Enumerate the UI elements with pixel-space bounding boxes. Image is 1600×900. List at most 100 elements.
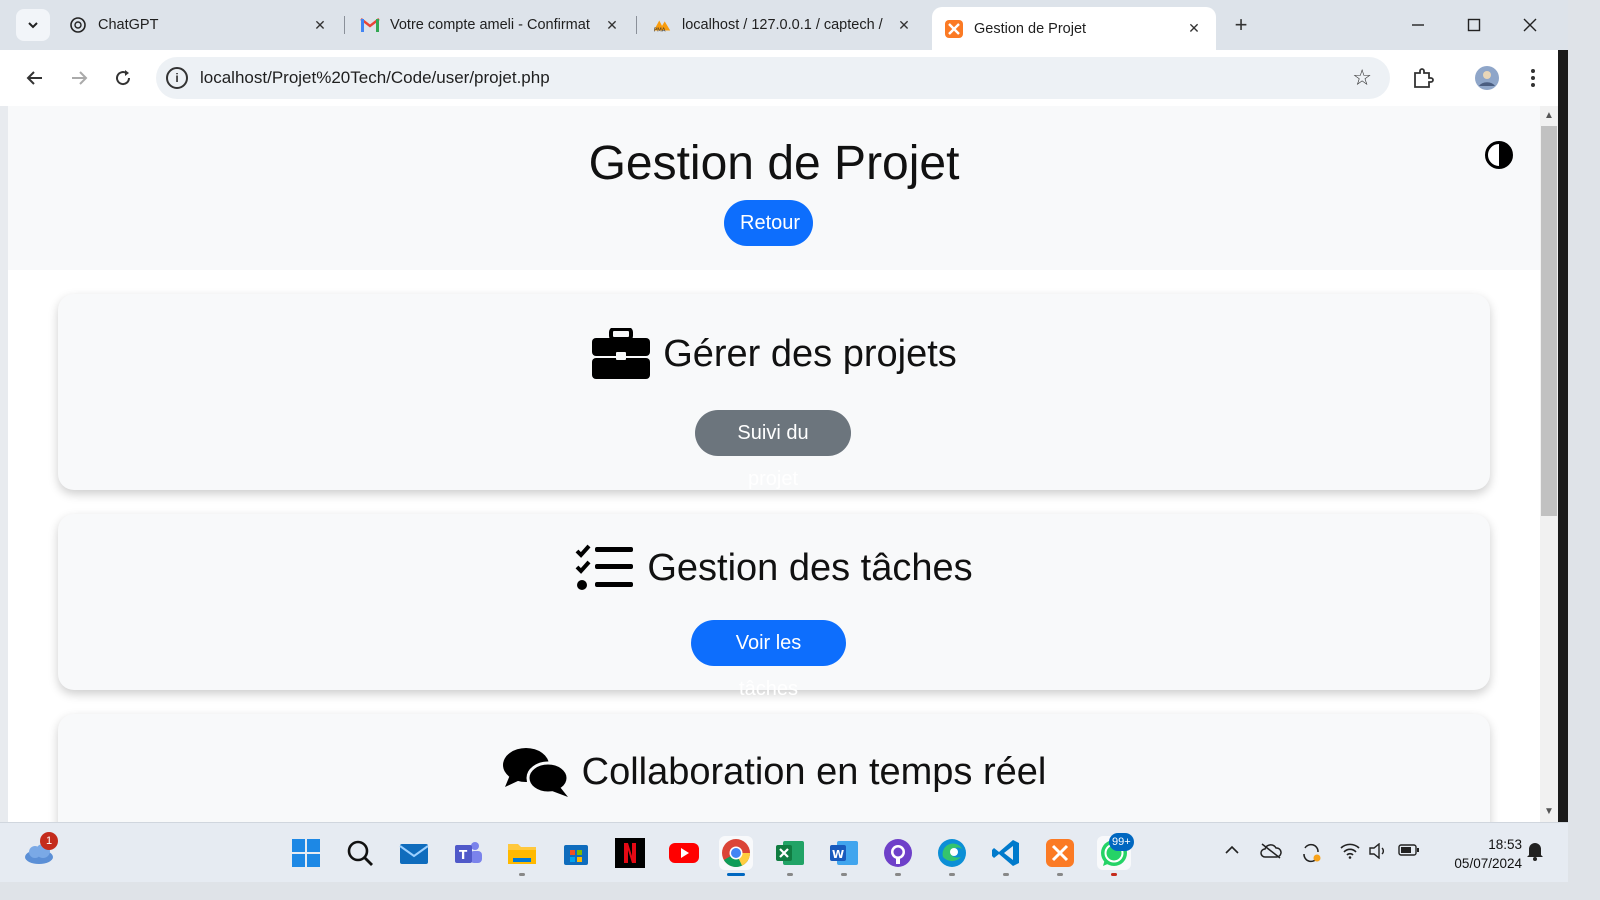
close-tab-icon[interactable]: ✕ (1184, 19, 1204, 39)
url-text[interactable]: localhost/Projet%20Tech/Code/user/projet… (200, 68, 550, 88)
taskbar-teams[interactable]: T (451, 836, 485, 870)
scroll-down-arrow-icon[interactable]: ▼ (1544, 806, 1554, 817)
tab-title: ChatGPT (98, 17, 159, 33)
theme-toggle-button[interactable] (1484, 140, 1514, 170)
close-window-button[interactable] (1510, 10, 1550, 40)
reload-button[interactable] (108, 63, 138, 93)
teams-icon: T (455, 842, 482, 863)
chatgpt-icon (68, 15, 88, 35)
tab-bar: ChatGPT ✕ Votre compte ameli - Confirmat… (0, 0, 1568, 50)
clock-time: 18:53 (1488, 837, 1522, 852)
kebab-menu-icon (1531, 69, 1535, 87)
tab-gestion-projet[interactable]: Gestion de Projet ✕ (932, 7, 1216, 50)
page-title: Gestion de Projet (588, 137, 960, 190)
taskbar-search-button[interactable] (343, 836, 377, 870)
xampp-icon (944, 19, 964, 39)
chrome-icon (722, 839, 750, 867)
contrast-icon (1485, 141, 1513, 169)
excel-icon (776, 841, 804, 865)
running-indicator (787, 873, 793, 876)
taskbar-github[interactable] (881, 836, 915, 876)
running-indicator (1057, 873, 1063, 876)
running-indicator (1111, 873, 1117, 876)
minimize-button[interactable] (1398, 10, 1438, 40)
profile-avatar[interactable] (1472, 63, 1502, 93)
battery-icon (1398, 844, 1419, 856)
search-icon (347, 840, 373, 866)
notifications-button[interactable] (1526, 841, 1544, 866)
taskbar-netflix[interactable] (613, 836, 647, 870)
forward-button[interactable] (64, 63, 94, 93)
taskbar-youtube[interactable] (667, 836, 701, 870)
notification-badge: 99+ (1109, 833, 1134, 851)
bookmark-star-icon[interactable]: ☆ (1352, 65, 1372, 91)
taskbar-xampp[interactable] (1043, 836, 1077, 876)
taskbar-edge[interactable] (935, 836, 969, 876)
maximize-icon (1467, 18, 1481, 32)
taskbar-chrome[interactable] (719, 836, 753, 876)
card-title: Gestion des tâches (58, 536, 1490, 600)
close-tab-icon[interactable]: ✕ (602, 15, 622, 35)
weather-widget[interactable]: 1 (22, 832, 58, 870)
scroll-up-arrow-icon[interactable]: ▲ (1544, 110, 1554, 121)
card-title: Gérer des projets (58, 322, 1490, 386)
taskbar-file-explorer[interactable] (505, 836, 539, 876)
address-bar[interactable]: i localhost/Projet%20Tech/Code/user/proj… (156, 57, 1390, 99)
comments-icon (502, 745, 570, 799)
minimize-icon (1412, 24, 1424, 26)
running-indicator (895, 873, 901, 876)
card-collaboration: Collaboration en temps réel (58, 714, 1490, 822)
tab-gmail[interactable]: Votre compte ameli - Confirmat ✕ (348, 7, 634, 43)
card-gestion-taches: Gestion des tâches Voir les tâches (58, 514, 1490, 700)
taskbar-word[interactable]: W (827, 836, 861, 876)
close-tab-icon[interactable]: ✕ (894, 15, 914, 35)
wifi-status[interactable] (1340, 843, 1360, 864)
tab-search-button[interactable] (16, 9, 50, 41)
tab-separator (636, 16, 637, 34)
word-icon: W (830, 841, 858, 865)
tab-phpmyadmin[interactable]: PMA localhost / 127.0.0.1 / captech / ✕ (640, 7, 926, 43)
site-info-icon[interactable]: i (166, 67, 188, 89)
xampp-icon (1046, 839, 1074, 867)
new-tab-button[interactable]: + (1228, 12, 1254, 38)
retour-button[interactable]: Retour (724, 200, 813, 246)
start-button[interactable] (289, 836, 323, 870)
arrow-right-icon (72, 71, 88, 85)
active-indicator (727, 873, 745, 876)
arrow-left-icon (26, 71, 42, 85)
card-title-text: Gestion des tâches (647, 546, 973, 589)
window-edge (1558, 50, 1568, 822)
sync-status[interactable] (1300, 843, 1322, 868)
page-scrollbar[interactable]: ▲ ▼ (1540, 106, 1558, 822)
card-gerer-projets: Gérer des projets Suivi du projet (58, 294, 1490, 490)
window-edge (0, 106, 8, 822)
tab-chatgpt[interactable]: ChatGPT ✕ (56, 7, 342, 43)
suivi-projet-button[interactable]: Suivi du projet (695, 410, 851, 490)
show-hidden-icons-button[interactable] (1224, 843, 1240, 862)
taskbar-vscode[interactable] (989, 836, 1023, 876)
taskbar-clock[interactable]: 18:53 05/07/2024 (1432, 835, 1522, 873)
battery-status[interactable] (1398, 843, 1420, 862)
svg-text:PMA: PMA (654, 27, 666, 33)
running-indicator (841, 873, 847, 876)
taskbar-mail[interactable] (397, 836, 431, 870)
card-title: Collaboration en temps réel (58, 740, 1490, 804)
close-tab-icon[interactable]: ✕ (310, 15, 330, 35)
store-icon (564, 845, 588, 865)
page-viewport: Gestion de Projet Retour Gérer des proje… (8, 106, 1540, 822)
scrollbar-thumb[interactable] (1541, 126, 1557, 516)
maximize-button[interactable] (1454, 10, 1494, 40)
tasks-icon (575, 543, 635, 593)
extensions-button[interactable] (1408, 63, 1438, 93)
voir-taches-button[interactable]: Voir les tâches (691, 620, 846, 700)
taskbar-whatsapp[interactable]: 99+ (1097, 833, 1134, 876)
avatar-icon (1475, 66, 1499, 90)
taskbar-store[interactable] (559, 836, 593, 870)
back-button[interactable] (20, 63, 50, 93)
volume-icon (1369, 842, 1384, 860)
onedrive-status[interactable] (1260, 843, 1282, 864)
phpmyadmin-icon: PMA (652, 15, 672, 35)
taskbar-excel[interactable] (773, 836, 807, 876)
volume-status[interactable] (1368, 842, 1388, 864)
menu-button[interactable] (1518, 63, 1548, 93)
